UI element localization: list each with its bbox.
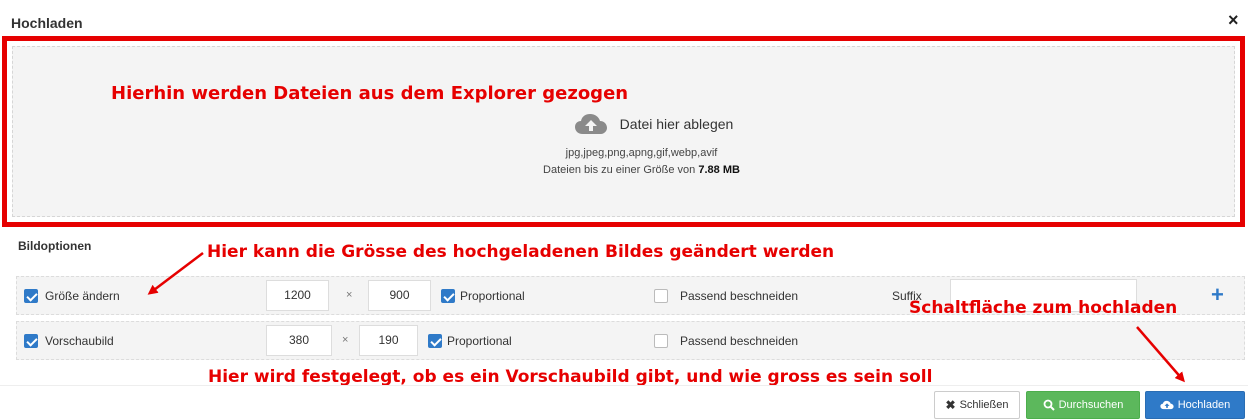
dropzone[interactable]: Hierhin werden Dateien aus dem Explorer … — [12, 46, 1235, 217]
dropzone-highlight: Hierhin werden Dateien aus dem Explorer … — [2, 36, 1245, 227]
resize-crop-checkbox[interactable] — [654, 289, 668, 303]
resize-width-input[interactable]: 1200 — [266, 280, 329, 311]
upload-button-annotation: Schaltfläche zum hochladen — [909, 298, 1178, 318]
footer-divider — [0, 385, 1248, 386]
thumbnail-crop-checkbox[interactable] — [654, 334, 668, 348]
max-size: Dateien bis zu einer Größe von 7.88 MB — [49, 164, 1234, 176]
close-button-label: Schließen — [959, 399, 1009, 411]
search-icon — [1043, 399, 1055, 411]
resize-annotation: Hier kann die Grösse des hochgeladenen B… — [207, 242, 835, 262]
resize-label: Größe ändern — [45, 289, 120, 303]
upload-button[interactable]: Hochladen — [1145, 391, 1245, 419]
resize-crop-label: Passend beschneiden — [680, 289, 799, 303]
thumbnail-width-input[interactable]: 380 — [266, 325, 332, 356]
thumbnail-height-input[interactable]: 190 — [359, 325, 418, 356]
max-size-value: 7.88 MB — [698, 164, 740, 176]
close-button[interactable]: ✖ Schließen — [934, 391, 1020, 419]
resize-height-input[interactable]: 900 — [368, 280, 431, 311]
close-icon[interactable]: × — [1228, 11, 1239, 29]
thumbnail-checkbox[interactable] — [24, 334, 38, 348]
resize-times: × — [346, 289, 353, 301]
cloud-upload-icon — [1160, 400, 1174, 410]
resize-proportional-checkbox[interactable] — [441, 289, 455, 303]
dialog-title: Hochladen — [11, 15, 83, 31]
thumbnail-label: Vorschaubild — [45, 334, 114, 348]
thumbnail-row: Vorschaubild 380 × 190 Proportional Pass… — [16, 321, 1245, 360]
thumbnail-crop-label: Passend beschneiden — [680, 334, 799, 348]
dropzone-annotation: Hierhin werden Dateien aus dem Explorer … — [111, 83, 629, 104]
browse-button-label: Durchsuchen — [1058, 399, 1124, 411]
thumbnail-proportional-label: Proportional — [447, 334, 512, 348]
resize-checkbox[interactable] — [24, 289, 38, 303]
thumbnail-times: × — [342, 334, 349, 346]
max-size-prefix: Dateien bis zu einer Größe von — [543, 164, 696, 176]
close-x-icon: ✖ — [945, 398, 956, 412]
options-title: Bildoptionen — [18, 239, 92, 253]
thumbnail-proportional-checkbox[interactable] — [428, 334, 442, 348]
thumbnail-annotation: Hier wird festgelegt, ob es ein Vorschau… — [208, 367, 933, 387]
browse-button[interactable]: Durchsuchen — [1026, 391, 1140, 419]
upload-button-label: Hochladen — [1177, 399, 1231, 411]
resize-proportional-label: Proportional — [460, 289, 525, 303]
drop-label: Datei hier ablegen — [619, 116, 734, 132]
cloud-upload-icon — [574, 114, 607, 134]
file-types: jpg,jpeg,png,apng,gif,webp,avif — [565, 147, 718, 159]
add-option-icon[interactable]: + — [1211, 284, 1224, 306]
